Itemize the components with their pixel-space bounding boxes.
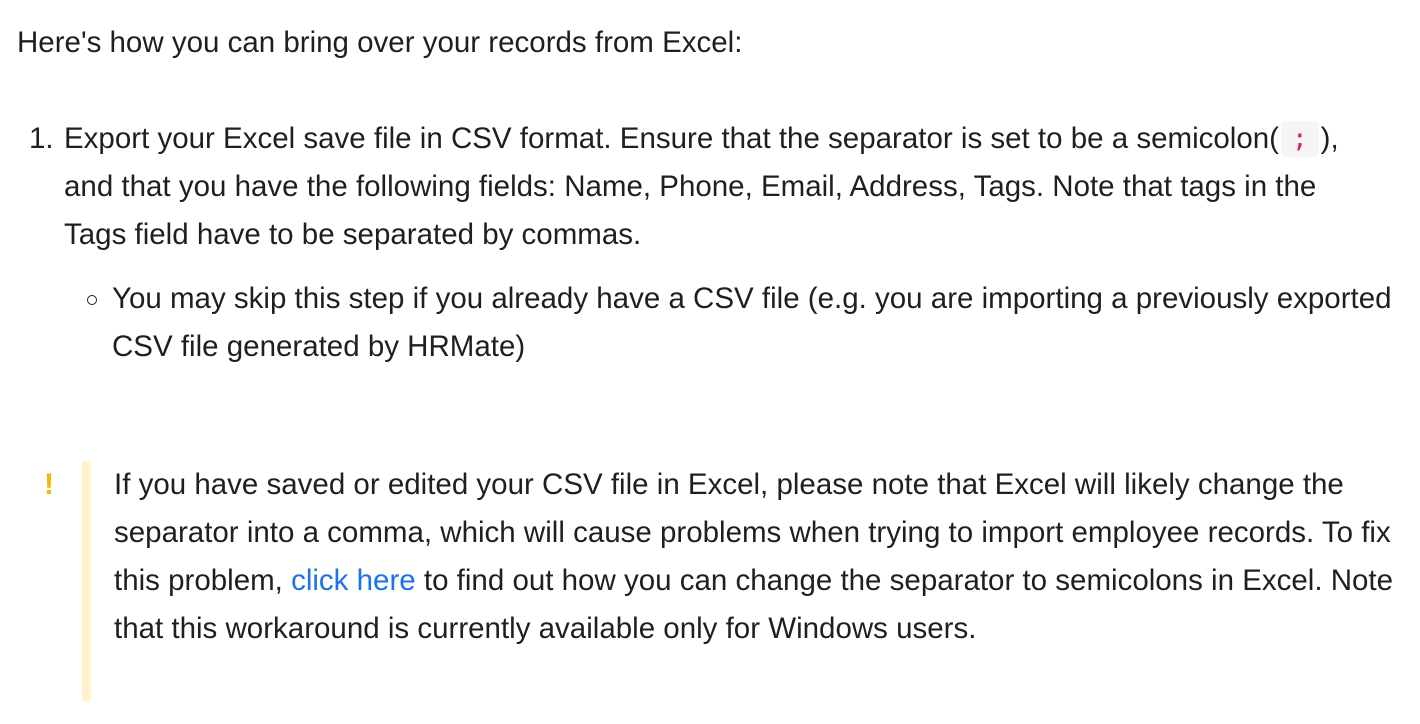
intro-text: Here's how you can bring over your recor… [17,26,743,59]
callout-accent-bar [82,461,91,701]
substep-item: You may skip this step if you already ha… [64,275,1412,371]
click-here-link[interactable]: click here [291,564,416,597]
substep-text: You may skip this step if you already ha… [112,282,1392,363]
callout-text: If you have saved or edited your CSV fil… [114,461,1409,653]
steps-list: 1. Export your Excel save file in CSV fo… [0,115,1420,371]
inline-code-semicolon: ; [1280,121,1319,157]
warning-icon: ! [44,468,54,501]
substeps-list: You may skip this step if you already ha… [64,275,1392,371]
circle-bullet-icon [87,295,97,305]
step-item: 1. Export your Excel save file in CSV fo… [0,115,1392,371]
step-text-part-1: Export your Excel save file in CSV forma… [64,122,1279,155]
warning-callout: ! If you have saved or edited your CSV f… [0,461,1420,701]
step-number: 1. [29,122,54,155]
